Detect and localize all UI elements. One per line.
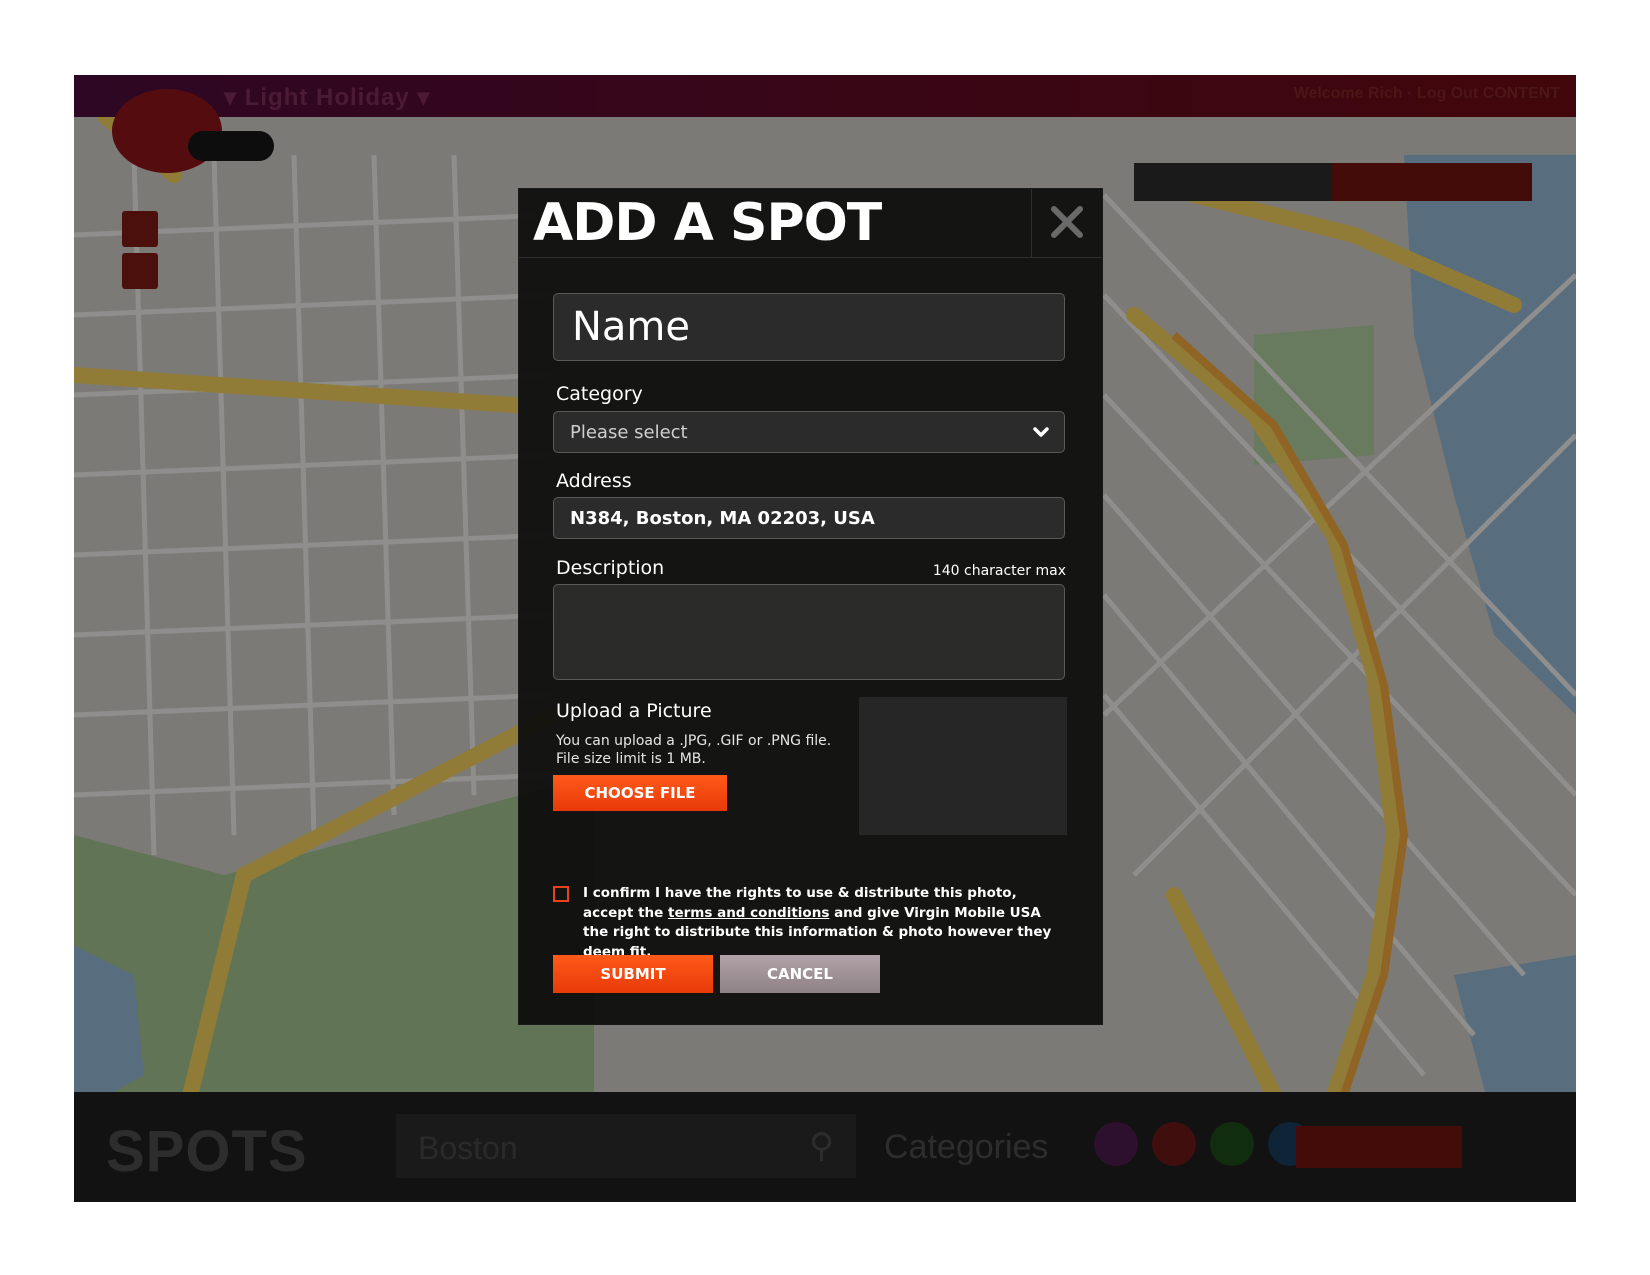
chevron-down-icon: [1033, 427, 1049, 437]
add-spot-modal: ADD A SPOT Name Category Please select A…: [518, 188, 1103, 1025]
app-frame: ▾ Light Holiday ▾ Welcome Rich · Log Out…: [74, 75, 1576, 1202]
modal-title: ADD A SPOT: [533, 193, 882, 253]
terms-link[interactable]: terms and conditions: [668, 905, 829, 921]
rights-confirm-checkbox[interactable]: [553, 886, 569, 902]
address-label: Address: [556, 470, 632, 492]
category-select[interactable]: Please select: [553, 411, 1065, 453]
upload-note: You can upload a .JPG, .GIF or .PNG file…: [556, 732, 831, 768]
cancel-button[interactable]: CANCEL: [720, 955, 880, 993]
category-label: Category: [556, 383, 643, 405]
name-input[interactable]: Name: [553, 293, 1065, 361]
submit-button[interactable]: SUBMIT: [553, 955, 713, 993]
upload-note-size: File size limit is 1 MB.: [556, 751, 706, 767]
category-selected-value: Please select: [570, 422, 688, 443]
address-input[interactable]: N384, Boston, MA 02203, USA: [553, 497, 1065, 539]
choose-file-button[interactable]: CHOOSE FILE: [553, 775, 727, 811]
image-preview: [859, 697, 1067, 835]
description-textarea[interactable]: [553, 584, 1065, 680]
address-value: N384, Boston, MA 02203, USA: [570, 508, 875, 529]
description-char-limit: 140 character max: [932, 563, 1066, 579]
upload-note-formats: You can upload a .JPG, .GIF or .PNG file…: [556, 733, 832, 749]
modal-header: ADD A SPOT: [519, 189, 1102, 258]
close-button[interactable]: [1031, 189, 1103, 257]
upload-label: Upload a Picture: [556, 700, 712, 722]
description-label: Description: [556, 557, 665, 579]
close-icon[interactable]: [1050, 205, 1084, 239]
rights-confirm-text: I confirm I have the rights to use & dis…: [583, 884, 1053, 962]
